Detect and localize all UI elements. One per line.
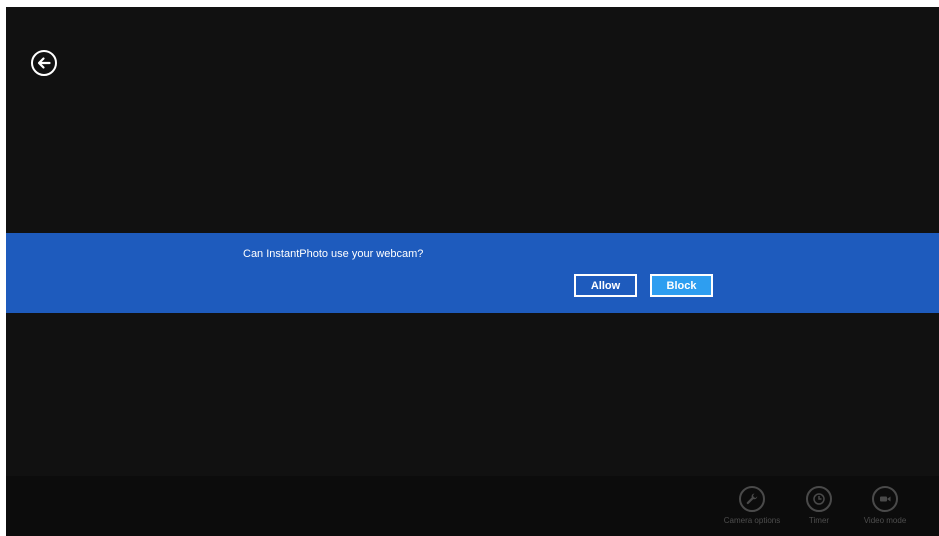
timer-label: Timer	[808, 516, 830, 525]
video-camera-icon	[872, 486, 898, 512]
permission-question: Can InstantPhoto use your webcam?	[243, 248, 424, 260]
video-mode-button[interactable]: Video mode	[855, 486, 915, 525]
webcam-permission-bar: Can InstantPhoto use your webcam? Allow …	[6, 233, 939, 313]
camera-options-label: Camera options	[723, 516, 781, 525]
clock-icon	[806, 486, 832, 512]
camera-options-button[interactable]: Camera options	[722, 486, 782, 525]
wrench-icon	[739, 486, 765, 512]
camera-app-window: Can InstantPhoto use your webcam? Allow …	[6, 7, 939, 536]
video-mode-label: Video mode	[863, 516, 907, 525]
block-button[interactable]: Block	[650, 274, 713, 297]
back-arrow-icon	[31, 50, 57, 76]
allow-button[interactable]: Allow	[574, 274, 637, 297]
timer-button[interactable]: Timer	[799, 486, 839, 525]
app-bar: Camera options Timer Video mode	[6, 476, 939, 536]
back-button[interactable]	[30, 49, 58, 77]
